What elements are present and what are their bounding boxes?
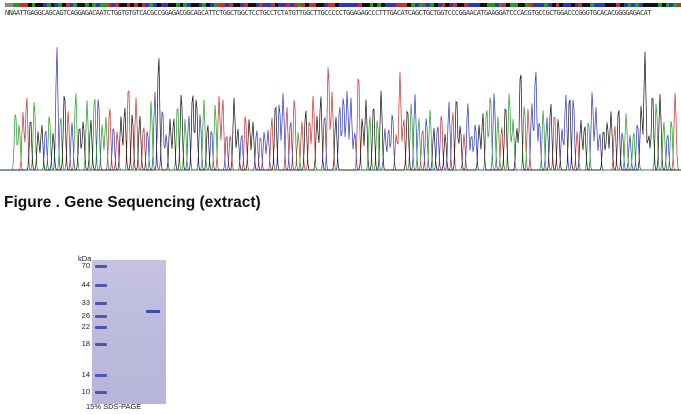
marker-band-33	[95, 302, 107, 305]
marker-band-70	[95, 265, 107, 268]
marker-label-26: 26	[81, 311, 90, 320]
marker-band-26	[95, 315, 107, 318]
marker-band-18	[95, 343, 107, 346]
trace-G	[0, 51, 681, 171]
sample-band	[146, 310, 160, 313]
marker-label-70: 70	[81, 261, 90, 270]
marker-band-14	[95, 374, 107, 377]
sds-page-gel-figure: kDa 70 44 33 26 22 18 14 10 15% SDS-PAGE	[60, 250, 180, 414]
sequence-text: NNAATTGAGGCAGCAGTCAGGAGACAATCTGGTGTGTCAC…	[5, 9, 651, 17]
figure-caption: Figure . Gene Sequencing (extract)	[4, 194, 261, 211]
marker-label-18: 18	[81, 339, 90, 348]
marker-label-14: 14	[81, 370, 90, 379]
marker-label-44: 44	[81, 280, 90, 289]
marker-label-10: 10	[81, 387, 90, 396]
marker-band-44	[95, 284, 107, 287]
gel-image	[92, 260, 166, 404]
sequencing-figure: NNAATTGAGGCAGCAGTCAGGAGACAATCTGGTGTGTCAC…	[0, 0, 681, 186]
marker-band-10	[95, 391, 107, 394]
gel-caption: 15% SDS-PAGE	[86, 402, 142, 411]
base-color-strip	[5, 3, 681, 7]
chromatogram	[0, 47, 681, 171]
marker-band-22	[95, 326, 107, 329]
trace-C	[0, 47, 681, 171]
marker-label-22: 22	[81, 322, 90, 331]
base-color-cell	[677, 3, 681, 7]
marker-label-33: 33	[81, 298, 90, 307]
